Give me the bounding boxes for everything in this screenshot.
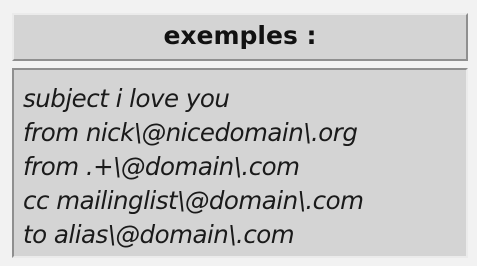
example-line: cc mailinglist\@domain\.com [23, 186, 364, 215]
example-line: to alias\@domain\.com [23, 220, 295, 249]
examples-panel: exemples : subject i love you from nick\… [0, 0, 477, 266]
examples-title: exemples : [12, 13, 468, 61]
example-line: from .+\@domain\.com [23, 152, 300, 181]
example-line: from nick\@nicedomain\.org [23, 118, 358, 147]
example-line: subject i love you [23, 84, 230, 113]
examples-list: subject i love you from nick\@nicedomain… [12, 68, 468, 258]
